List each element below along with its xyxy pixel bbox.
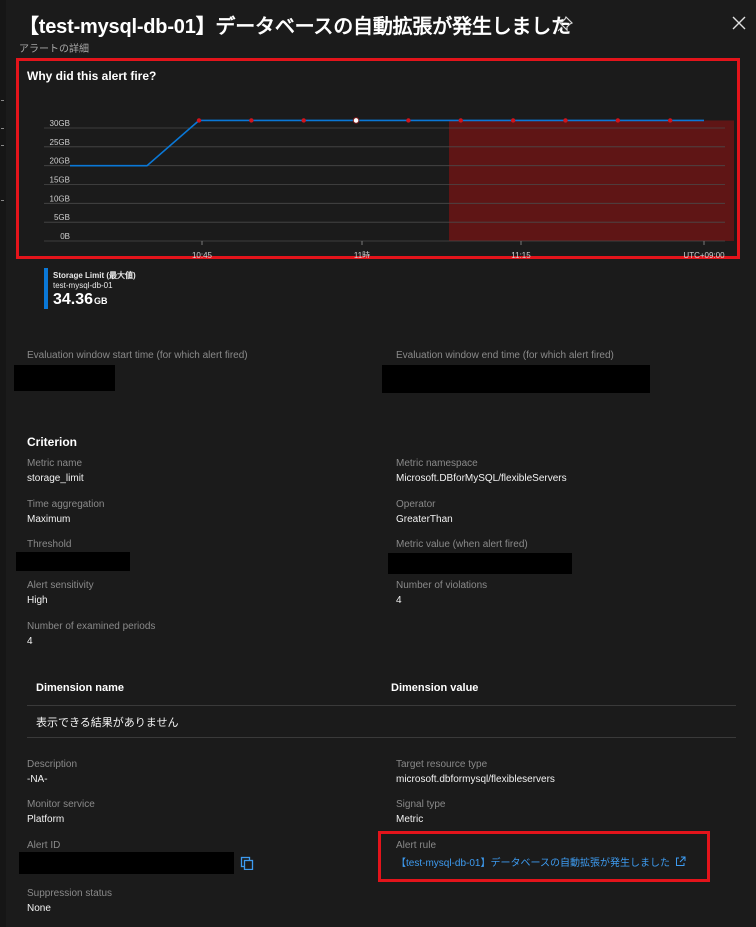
alert-rule-label: Alert rule	[396, 840, 437, 851]
operator-value: GreaterThan	[396, 514, 453, 525]
alert-sensitivity-value: High	[27, 595, 48, 606]
copy-icon[interactable]	[240, 856, 254, 870]
metric-name-label: Metric name	[27, 458, 83, 469]
data-point	[196, 118, 202, 123]
signal-type-value: Metric	[396, 814, 424, 825]
alert-metric-chart: 0B 5GB 10GB 15GB 20GB 25GB 30GB 10:45 11時 11:15 UT…	[44, 117, 734, 258]
page-subtitle: アラートの詳細	[19, 44, 89, 55]
suppression-label: Suppression status	[27, 888, 113, 899]
chart-title: Why did this alert fire?	[27, 69, 157, 83]
data-point	[510, 118, 516, 123]
page-title: 【test-mysql-db-01】データベースの自動拡張が発生しました	[19, 16, 571, 38]
legend-resource-name: test-mysql-db-01	[53, 281, 113, 290]
x-tick-label: 11:15	[511, 251, 531, 258]
window-end-label: Evaluation window end time (for which al…	[396, 350, 614, 361]
close-icon[interactable]	[730, 14, 748, 32]
y-tick-label: 5GB	[54, 213, 70, 222]
data-point	[458, 118, 463, 123]
operator-label: Operator	[396, 499, 436, 510]
alert-rule-link[interactable]: 【test-mysql-db-01】データベースの自動拡張が発生しました	[396, 854, 686, 869]
data-point	[668, 118, 673, 123]
dimension-value-header[interactable]: Dimension value	[391, 682, 478, 694]
description-value: -NA-	[27, 774, 48, 785]
pin-icon[interactable]	[556, 15, 574, 33]
x-tick-label: 10:45	[192, 251, 213, 258]
alert-id-label: Alert ID	[27, 840, 61, 851]
violations-value: 4	[396, 595, 402, 606]
metric-namespace-label: Metric namespace	[396, 458, 478, 469]
signal-type-label: Signal type	[396, 799, 446, 810]
suppression-value: None	[27, 903, 51, 914]
data-point-selected	[352, 117, 360, 124]
monitor-service-label: Monitor service	[27, 799, 95, 810]
y-tick-label: 25GB	[50, 138, 70, 147]
legend-color-bar	[44, 268, 48, 309]
monitor-service-value: Platform	[27, 814, 65, 825]
alert-id-redacted	[19, 852, 234, 874]
alert-sensitivity-label: Alert sensitivity	[27, 580, 94, 591]
threshold-redacted	[16, 552, 130, 571]
metric-name-value: storage_limit	[27, 473, 84, 484]
metric-value-redacted	[388, 553, 572, 574]
data-point	[406, 118, 411, 123]
window-end-redacted	[382, 365, 650, 393]
target-type-value: microsoft.dbformysql/flexibleservers	[396, 774, 555, 785]
dimension-empty-message: 表示できる結果がありません	[36, 717, 179, 729]
violations-label: Number of violations	[396, 580, 488, 591]
criterion-heading: Criterion	[27, 435, 78, 449]
alert-rule-link-text[interactable]: 【test-mysql-db-01】データベースの自動拡張が発生しました	[396, 858, 670, 869]
y-tick-label: 30GB	[50, 119, 70, 128]
target-type-label: Target resource type	[396, 759, 488, 770]
examined-periods-label: Number of examined periods	[27, 621, 156, 632]
data-point	[615, 118, 621, 123]
left-edge-strip	[0, 0, 6, 927]
metric-namespace-value: Microsoft.DBforMySQL/flexibleServers	[396, 473, 567, 484]
examined-periods-value: 4	[27, 636, 33, 647]
table-divider	[27, 705, 736, 706]
data-point	[563, 118, 568, 123]
dimension-name-header[interactable]: Dimension name	[36, 682, 124, 694]
description-label: Description	[27, 759, 78, 770]
time-aggregation-label: Time aggregation	[27, 499, 105, 510]
data-point	[249, 118, 254, 123]
window-start-label: Evaluation window start time (for which …	[27, 350, 248, 361]
legend-value: 34.36GB	[53, 291, 108, 308]
y-tick-label: 20GB	[50, 157, 70, 166]
window-start-redacted	[14, 365, 115, 391]
external-link-icon[interactable]	[675, 856, 686, 867]
x-tick-label: UTC+09:00	[683, 251, 725, 258]
time-aggregation-value: Maximum	[27, 514, 71, 525]
y-tick-label: 10GB	[50, 194, 70, 203]
table-bottom-divider	[27, 737, 736, 738]
x-tick-label: 11時	[354, 251, 370, 258]
threshold-label: Threshold	[27, 539, 72, 550]
legend-series-name: Storage Limit (最大値)	[53, 271, 136, 280]
alert-region	[449, 120, 734, 241]
y-tick-label: 15GB	[50, 176, 70, 185]
metric-value-label: Metric value (when alert fired)	[396, 539, 528, 550]
y-tick-label: 0B	[60, 232, 70, 241]
data-point	[301, 118, 306, 123]
